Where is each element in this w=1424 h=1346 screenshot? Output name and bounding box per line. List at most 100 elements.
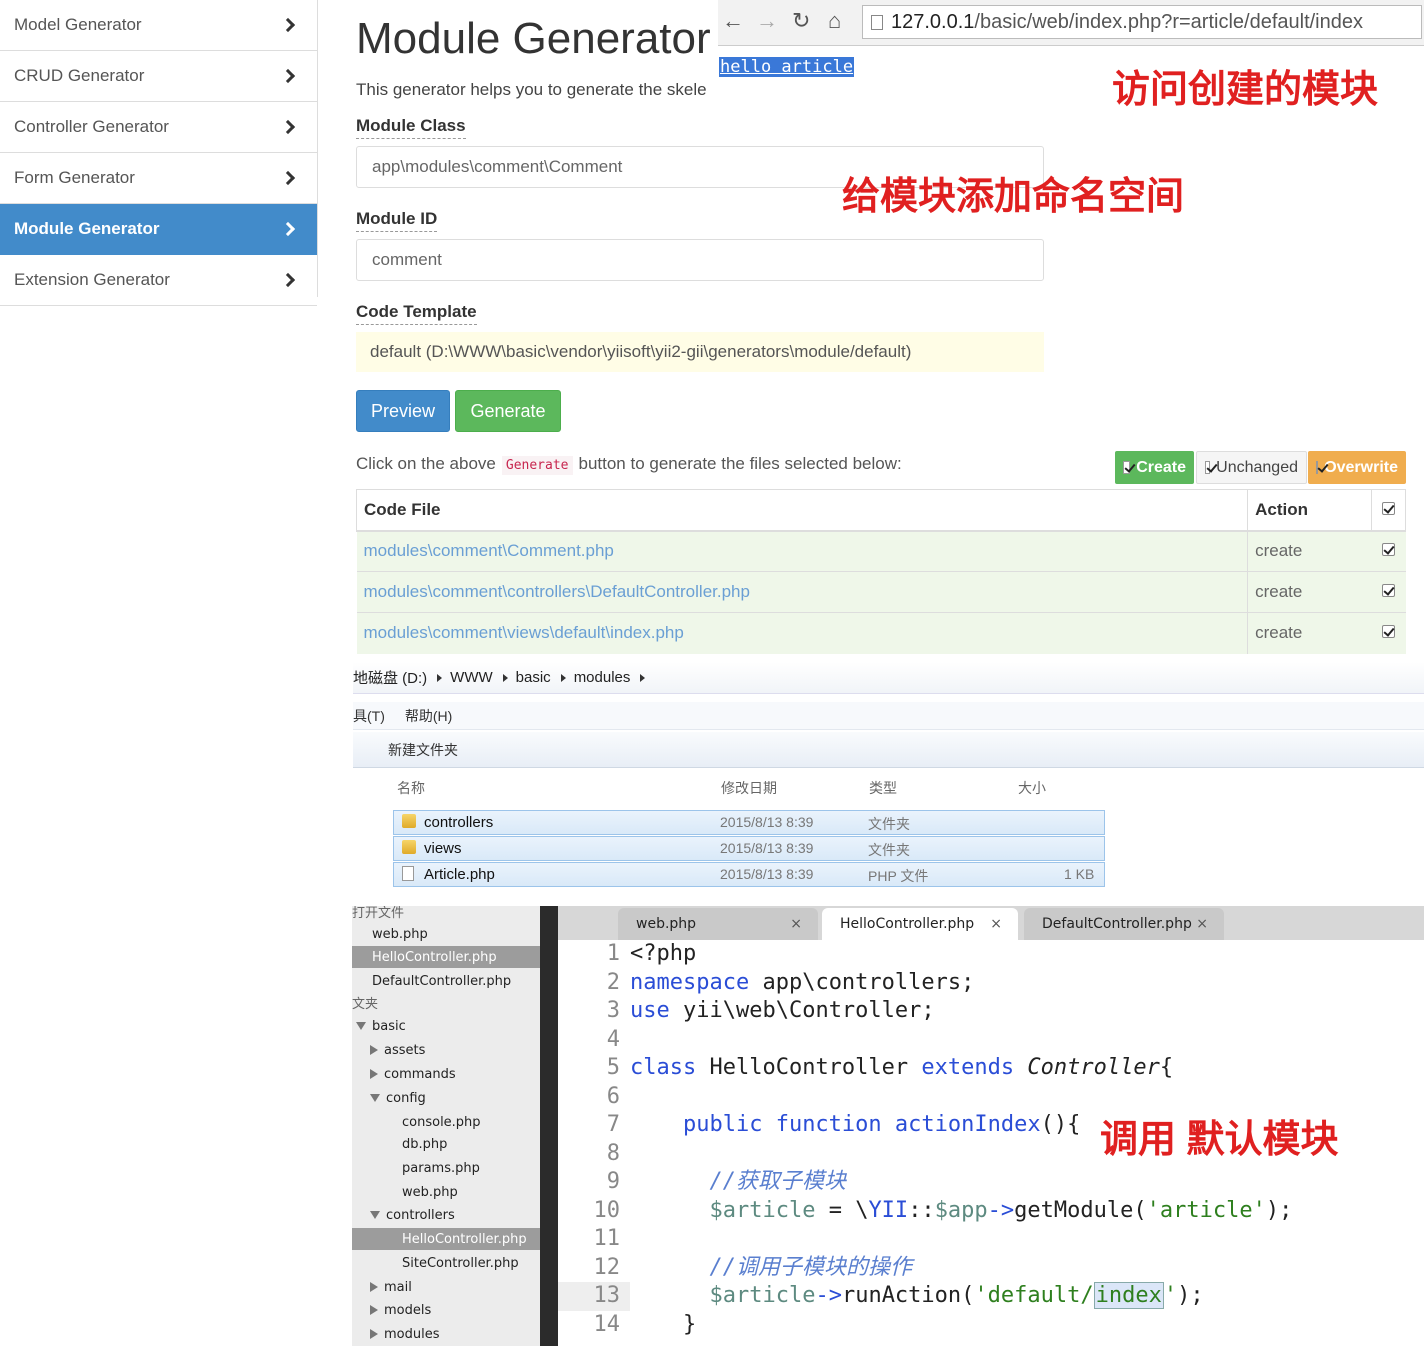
tab-hello-controller[interactable]: HelloController.php ×: [822, 908, 1018, 940]
close-icon[interactable]: ×: [990, 916, 1002, 932]
chevron-right-icon: [280, 17, 296, 33]
tab-default-controller[interactable]: DefaultController.php ×: [1024, 908, 1224, 940]
reload-icon[interactable]: ↻: [792, 8, 810, 34]
file-name: controllers: [424, 814, 494, 831]
tree-folder-label: modules: [384, 1326, 440, 1342]
list-item[interactable]: views 2015/8/13 8:39 文件夹: [393, 836, 1105, 861]
file-date: 2015/8/13 8:39: [720, 866, 814, 882]
page-title: Module Generator: [356, 14, 711, 63]
preview-button[interactable]: Preview: [356, 390, 450, 432]
module-id-input[interactable]: comment: [356, 239, 1044, 281]
tab-web-php[interactable]: web.php ×: [618, 908, 818, 940]
hint-text-after: button to generate the files selected be…: [578, 454, 902, 473]
close-icon[interactable]: ×: [790, 916, 802, 932]
legend-unchanged-toggle[interactable]: Unchanged: [1196, 451, 1307, 484]
tree-item[interactable]: params.php: [402, 1157, 480, 1179]
code-template-select[interactable]: default (D:\WWW\basic\vendor\yiisoft\yii…: [356, 332, 1044, 372]
pane-divider[interactable]: [540, 906, 558, 1346]
tree-item[interactable]: HelloController.php: [352, 946, 540, 968]
tree-folder[interactable]: modules: [370, 1323, 440, 1345]
php-file-icon: [402, 866, 414, 881]
new-folder-button[interactable]: 新建文件夹: [388, 740, 458, 760]
menu-tools[interactable]: 具(T): [353, 706, 385, 726]
breadcrumb-item[interactable]: 地磁盘 (D:): [353, 667, 427, 688]
editor-tab-bar: web.php × HelloController.php × DefaultCon…: [558, 906, 1424, 940]
sidebar-item-model-generator[interactable]: Model Generator: [0, 0, 317, 51]
explorer-toolbar: 新建文件夹: [353, 732, 1424, 768]
legend-overwrite-toggle[interactable]: Overwrite: [1308, 451, 1406, 484]
select-all-checkbox[interactable]: [1371, 489, 1406, 532]
sidebar-item-crud-generator[interactable]: CRUD Generator: [0, 51, 317, 102]
sidebar-item-module-generator[interactable]: Module Generator: [0, 204, 317, 255]
tree-item[interactable]: HelloController.php: [352, 1228, 540, 1250]
tree-item[interactable]: web.php: [402, 1181, 458, 1203]
checkbox-icon: [1123, 461, 1131, 474]
module-id-label: Module ID: [356, 209, 438, 232]
chevron-right-icon: [280, 272, 296, 288]
column-header-type[interactable]: 类型: [869, 778, 897, 798]
list-item[interactable]: controllers 2015/8/13 8:39 文件夹: [393, 810, 1105, 835]
tree-folder[interactable]: basic: [356, 1015, 406, 1037]
chevron-right-icon: [280, 68, 296, 84]
line-number: 5: [606, 1055, 620, 1080]
breadcrumb-item[interactable]: modules: [574, 669, 631, 686]
code-line: class HelloController extends Controller…: [630, 1055, 1174, 1080]
forward-arrow-icon[interactable]: →: [756, 8, 778, 34]
legend-create-toggle[interactable]: Create: [1115, 451, 1194, 484]
tree-item[interactable]: console.php: [402, 1111, 481, 1133]
tree-folder[interactable]: config: [370, 1087, 426, 1109]
table-header-row: Code File Action: [355, 489, 1406, 532]
tree-folder[interactable]: models: [370, 1299, 431, 1321]
code-line: }: [630, 1311, 697, 1337]
line-number: 10: [593, 1197, 621, 1223]
annotation-visit-module: 访问创建的模块: [1112, 69, 1379, 111]
code-line: $article = \YII::$app->getModule('articl…: [709, 1197, 1293, 1223]
tree-item[interactable]: SiteController.php: [402, 1252, 519, 1274]
line-number: 6: [606, 1083, 620, 1109]
back-arrow-icon[interactable]: ←: [722, 8, 744, 34]
sidebar-item-form-generator[interactable]: Form Generator: [0, 153, 317, 204]
breadcrumb-item[interactable]: WWW: [450, 669, 492, 686]
chevron-right-icon: [280, 119, 296, 135]
line-number: 7: [606, 1112, 620, 1137]
file-type: 文件夹: [868, 842, 910, 858]
file-date: 2015/8/13 8:39: [720, 814, 814, 830]
sidebar-item-extension-generator[interactable]: Extension Generator: [0, 255, 317, 306]
tree-folder[interactable]: mail: [370, 1276, 412, 1298]
table-row: modules\comment\controllers\DefaultContr…: [356, 571, 1406, 613]
column-header-date[interactable]: 修改日期: [721, 778, 777, 798]
row-checkbox[interactable]: [1371, 530, 1406, 572]
breadcrumb-item[interactable]: basic: [516, 669, 551, 686]
file-type: PHP 文件: [868, 868, 929, 884]
column-header-size[interactable]: 大小: [1018, 778, 1046, 798]
expanded-arrow-icon: [370, 1094, 380, 1102]
column-header-action: Action: [1247, 489, 1372, 532]
line-number: 13: [558, 1282, 630, 1311]
tree-folder[interactable]: assets: [370, 1039, 425, 1061]
column-header-name[interactable]: 名称: [397, 778, 425, 798]
list-item[interactable]: Article.php 2015/8/13 8:39 PHP 文件 1 KB: [393, 862, 1105, 887]
line-number: 9: [606, 1169, 620, 1194]
checkbox-icon: [1382, 625, 1395, 639]
close-icon[interactable]: ×: [1196, 916, 1208, 932]
tree-folder[interactable]: commands: [370, 1063, 456, 1085]
code-file-link[interactable]: modules\comment\views\default\index.php: [356, 612, 1248, 654]
sidebar-item-label: Form Generator: [14, 168, 135, 187]
tree-item[interactable]: db.php: [402, 1133, 447, 1155]
file-type: 文件夹: [868, 816, 910, 832]
url-host: 127.0.0.1: [891, 10, 975, 33]
tree-item[interactable]: web.php: [372, 923, 428, 945]
menu-help[interactable]: 帮助(H): [405, 706, 452, 726]
code-file-link[interactable]: modules\comment\Comment.php: [356, 530, 1248, 572]
code-line: <?php: [630, 941, 697, 966]
tree-item[interactable]: DefaultController.php: [372, 970, 511, 992]
code-file-link[interactable]: modules\comment\controllers\DefaultContr…: [356, 571, 1248, 613]
row-checkbox[interactable]: [1371, 612, 1406, 654]
sidebar-item-controller-generator[interactable]: Controller Generator: [0, 102, 317, 153]
address-bar[interactable]: 127.0.0.1/basic/web/index.php?r=article/…: [862, 5, 1422, 39]
generate-button[interactable]: Generate: [455, 390, 561, 432]
tree-folder[interactable]: controllers: [370, 1204, 455, 1226]
tab-label: web.php: [636, 916, 697, 932]
row-checkbox[interactable]: [1371, 571, 1406, 613]
home-icon[interactable]: ⌂: [828, 8, 841, 34]
